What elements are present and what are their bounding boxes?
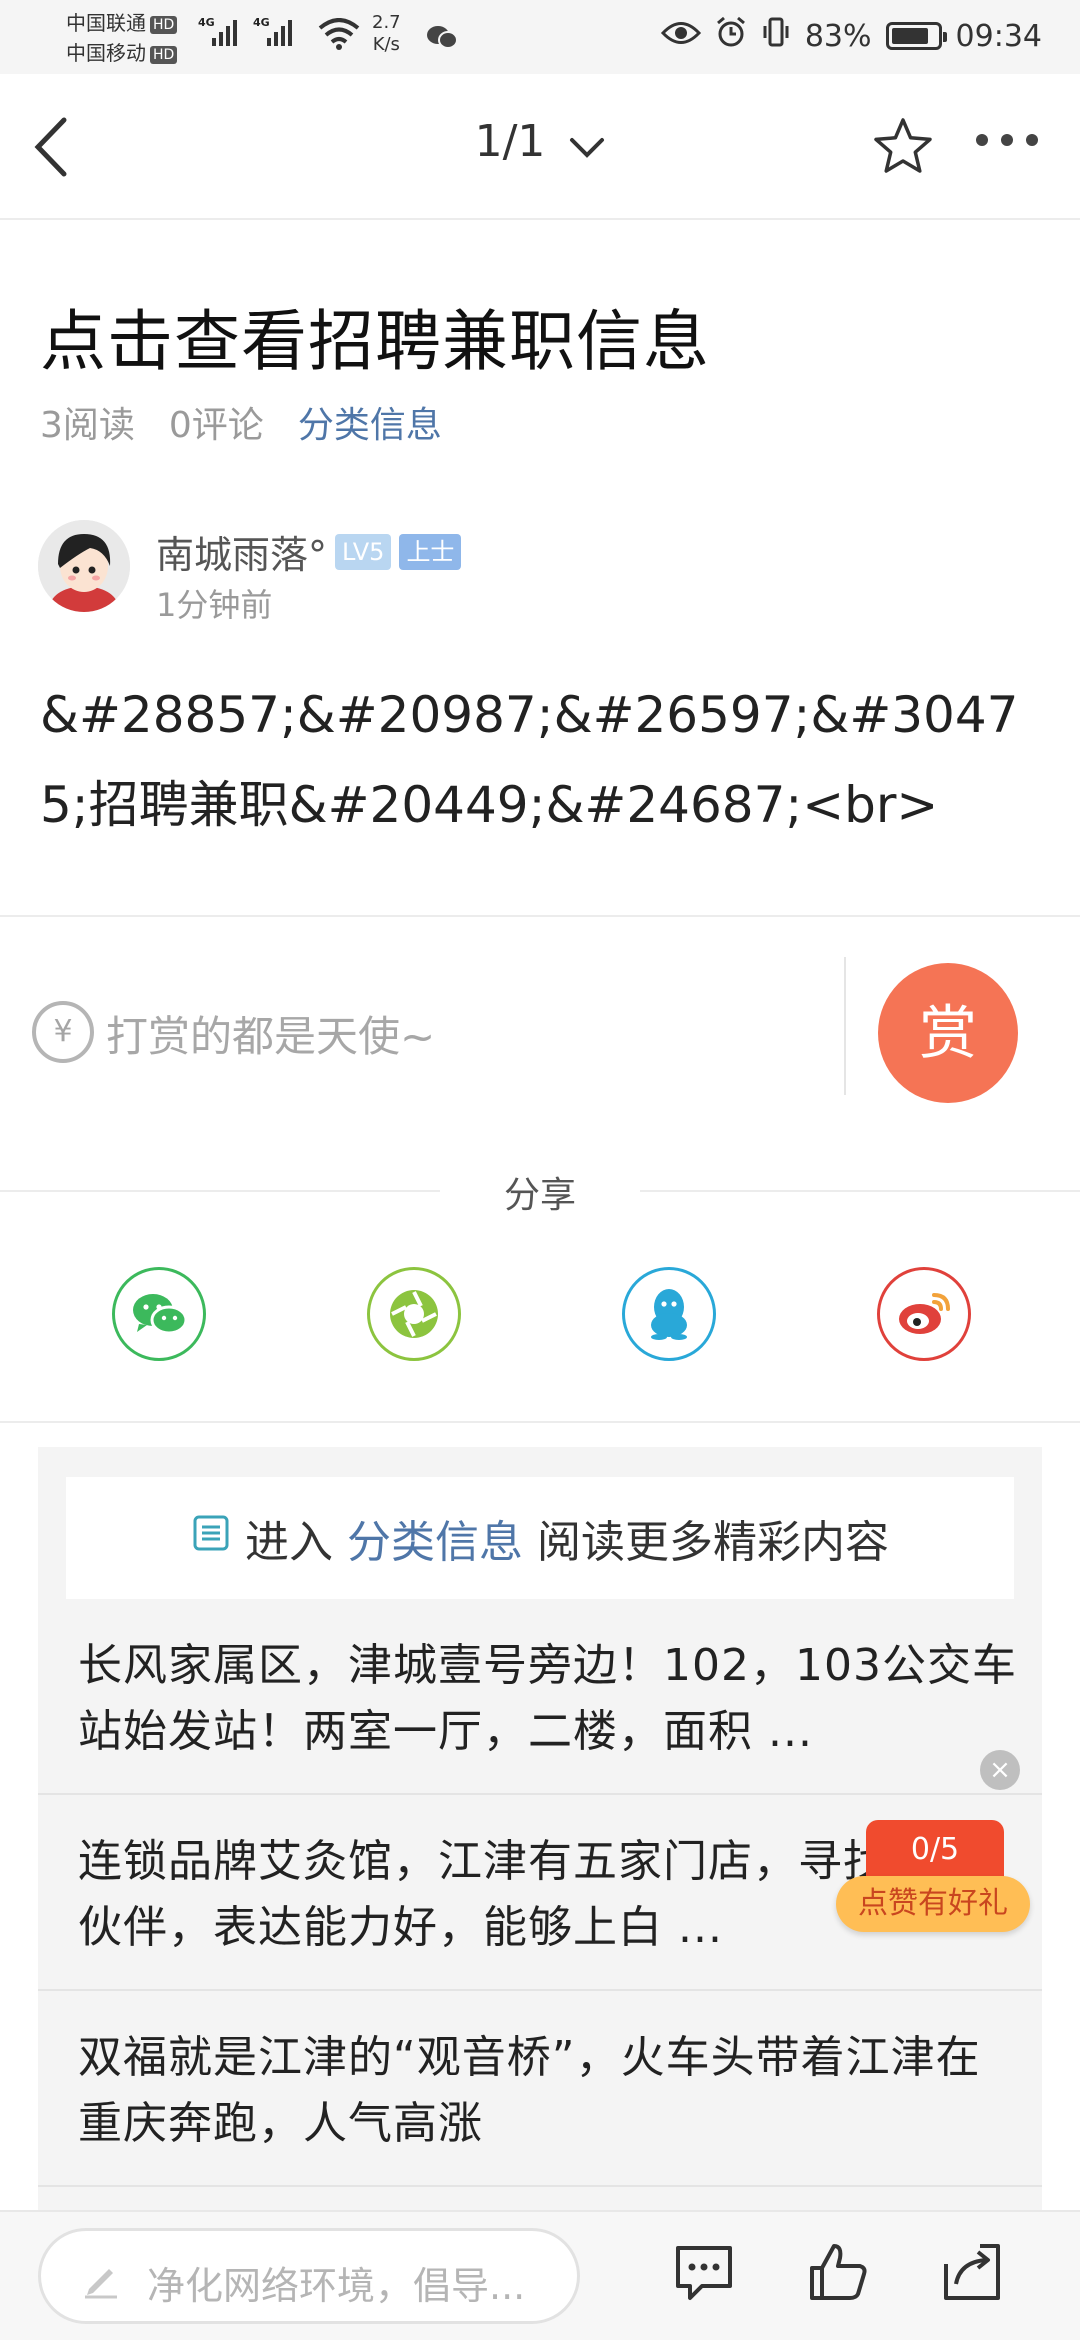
share-moments-button[interactable] bbox=[367, 1267, 461, 1361]
category-link[interactable]: 分类信息 bbox=[298, 396, 442, 448]
bottom-action-bar: 净化网络环境，倡导... bbox=[0, 2210, 1080, 2340]
star-icon bbox=[874, 118, 932, 173]
enter-prefix: 进入 bbox=[245, 1517, 333, 1568]
comment-placeholder: 净化网络环境，倡导... bbox=[147, 2264, 526, 2308]
level-badge: LV5 bbox=[335, 533, 392, 570]
popup-close-button[interactable]: × bbox=[980, 1750, 1020, 1790]
like-button[interactable] bbox=[806, 2240, 870, 2308]
share-icon bbox=[944, 2244, 1000, 2300]
list-item[interactable]: 长风家属区，津城壹号旁边！102，103公交车站始发站！两室一厅，二楼，面积 .… bbox=[38, 1599, 1042, 1795]
enter-category: 分类信息 bbox=[347, 1517, 523, 1568]
chevron-down-icon bbox=[569, 119, 605, 170]
thumbs-up-icon bbox=[810, 2244, 867, 2300]
comment-count: 0评论 bbox=[168, 405, 264, 446]
speed-value: 2.7 bbox=[372, 12, 401, 33]
more-dot-icon bbox=[1026, 134, 1038, 146]
wechat-notification-icon bbox=[426, 24, 458, 54]
status-right: 83% 09:34 bbox=[660, 16, 1042, 56]
divider bbox=[0, 1421, 1080, 1423]
alarm-icon bbox=[715, 16, 747, 56]
share-button[interactable] bbox=[940, 2240, 1004, 2308]
hd-badge-2: HD bbox=[150, 45, 178, 64]
post-time: 1分钟前 bbox=[156, 586, 273, 624]
signal-1-icon: 4G bbox=[198, 16, 237, 46]
top-nav-bar: 1/1 bbox=[0, 74, 1080, 220]
list-icon bbox=[191, 1513, 231, 1564]
comment-input[interactable]: 净化网络环境，倡导... bbox=[38, 2228, 580, 2324]
like-reward-popup[interactable]: 0/5 点赞有好礼 bbox=[836, 1820, 1030, 1936]
divider bbox=[844, 957, 846, 1095]
more-dot-icon bbox=[976, 134, 988, 146]
read-count: 3阅读 bbox=[40, 405, 135, 446]
battery-fill bbox=[891, 28, 929, 44]
reward-button[interactable]: 赏 bbox=[878, 963, 1018, 1103]
wifi-icon bbox=[318, 18, 360, 54]
network-speed: 2.7 K/s bbox=[372, 12, 401, 56]
comments-button[interactable] bbox=[672, 2240, 736, 2308]
like-progress: 0/5 bbox=[866, 1820, 1004, 1882]
author-name[interactable]: 南城雨落° bbox=[156, 524, 327, 579]
share-label: 分享 bbox=[503, 1175, 576, 1216]
comment-icon bbox=[676, 2246, 732, 2300]
like-reward-label: 点赞有好礼 bbox=[836, 1876, 1030, 1932]
article-meta: 3阅读 0评论 分类信息 bbox=[40, 396, 442, 448]
favorite-button[interactable] bbox=[872, 116, 934, 180]
wechat-icon bbox=[133, 1294, 188, 1335]
signal-icons: 4G 4G bbox=[198, 16, 292, 46]
share-wechat-button[interactable] bbox=[112, 1267, 206, 1361]
qq-icon bbox=[651, 1289, 687, 1340]
carrier-info: 中国联通 HD 中国移动 HD bbox=[66, 8, 178, 68]
more-options-button[interactable] bbox=[976, 134, 1038, 146]
moments-icon bbox=[390, 1290, 438, 1338]
battery-icon bbox=[885, 22, 947, 50]
carrier-1: 中国联通 bbox=[66, 11, 146, 35]
share-qq-button[interactable] bbox=[622, 1267, 716, 1361]
weibo-icon bbox=[899, 1293, 950, 1334]
hd-badge-1: HD bbox=[150, 15, 178, 34]
enter-suffix: 阅读更多精彩内容 bbox=[537, 1517, 889, 1568]
network-type-2: 4G bbox=[253, 16, 270, 29]
enter-category-link[interactable]: 进入 分类信息 阅读更多精彩内容 bbox=[66, 1477, 1014, 1599]
yuan-icon: ¥ bbox=[32, 1001, 94, 1063]
status-bar: 中国联通 HD 中国移动 HD 4G 4G 2.7 K/s 83% 09:34 bbox=[0, 0, 1080, 74]
signal-2-icon: 4G bbox=[253, 16, 292, 46]
list-item-text: 长风家属区，津城壹号旁边！102，103公交车站始发站！两室一厅，二楼，面积 .… bbox=[78, 1640, 1017, 1757]
article-body: &#28857;&#20987;&#26597;&#30475;招聘兼职&#20… bbox=[40, 686, 1019, 834]
avatar[interactable] bbox=[38, 520, 130, 612]
clock: 09:34 bbox=[955, 18, 1042, 54]
article-title: 点击查看招聘兼职信息 bbox=[40, 303, 710, 380]
vibrate-icon bbox=[761, 16, 791, 56]
more-dot-icon bbox=[1001, 134, 1013, 146]
speed-unit: K/s bbox=[372, 34, 400, 55]
pencil-icon bbox=[81, 2259, 121, 2303]
reward-section: ¥ 打赏的都是天使~ 赏 bbox=[0, 917, 1080, 1117]
list-item-text: 双福就是江津的“观音桥”，火车头带着江津在重庆奔跑，人气高涨 bbox=[78, 2032, 981, 2149]
rank-badge: 上士 bbox=[399, 533, 462, 570]
network-type-1: 4G bbox=[198, 16, 215, 29]
list-item[interactable]: 双福就是江津的“观音桥”，火车头带着江津在重庆奔跑，人气高涨 bbox=[38, 1991, 1042, 2187]
page-indicator: 1/1 bbox=[474, 116, 546, 167]
battery-percent: 83% bbox=[804, 18, 872, 54]
reward-prompt[interactable]: 打赏的都是天使~ bbox=[106, 1003, 435, 1064]
carrier-2: 中国移动 bbox=[66, 41, 146, 65]
share-weibo-button[interactable] bbox=[877, 1267, 971, 1361]
eye-icon bbox=[660, 19, 701, 54]
